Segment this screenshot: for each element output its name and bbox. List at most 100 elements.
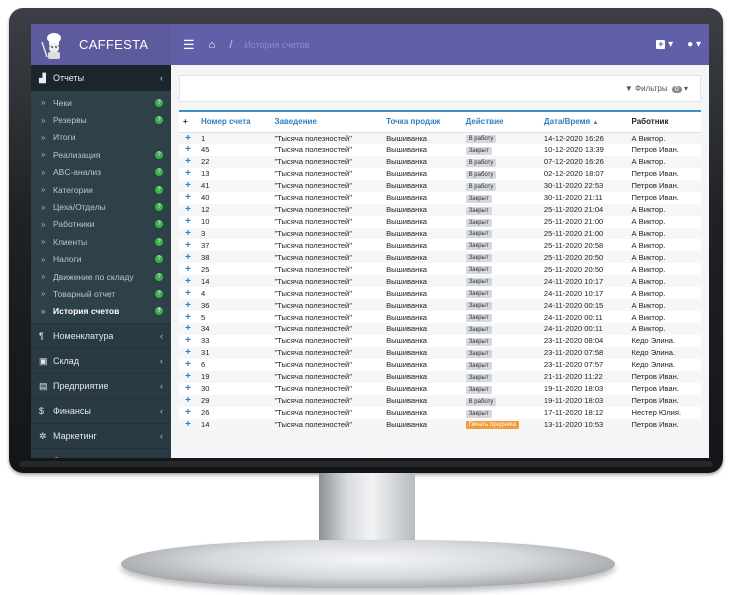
expand-row-icon[interactable]: + [179,179,197,192]
expand-row-icon[interactable]: + [179,168,197,180]
sidebar-group[interactable]: ▣ Склад ‹ [31,348,171,374]
action-badge[interactable]: Закрыт [465,373,492,382]
expand-row-icon[interactable]: + [179,370,197,383]
sidebar-group[interactable]: ¶ Номенклатура ‹ [31,323,171,349]
help-icon[interactable]: ? [155,150,163,159]
help-icon[interactable]: ? [155,255,163,264]
action-badge[interactable]: Закрыт [465,146,492,155]
sidebar-item[interactable]: » Резервы? [31,111,171,128]
sidebar-item[interactable]: » Клиенты? [31,233,171,250]
table-row[interactable]: +10 "Тысяча полезностей" Вышиванка Закрыт 25… [179,216,701,228]
home-icon[interactable]: ⌂ [209,39,216,51]
table-row[interactable]: +4 "Тысяча полезностей" Вышиванка Закрыт 24-… [179,287,701,299]
action-badge[interactable]: Закрыт [465,242,492,251]
column-header-point-of-sale[interactable]: Точка продаж [382,112,462,133]
expand-row-icon[interactable]: + [179,263,197,275]
expand-row-icon[interactable]: + [179,407,197,419]
action-badge[interactable]: Закрыт [465,385,492,394]
action-badge[interactable]: Закрыт [465,409,492,418]
action-badge[interactable]: Печать предчека [465,421,519,430]
expand-row-icon[interactable]: + [179,323,197,335]
sidebar-item[interactable]: » Движение по складу? [31,268,171,285]
expand-row-icon[interactable]: + [179,216,197,228]
expand-row-icon[interactable]: + [179,346,197,359]
expand-row-icon[interactable]: + [179,239,197,251]
hamburger-icon[interactable]: ☰ [183,37,195,53]
brand[interactable]: CAFFESTA [31,24,171,65]
table-row[interactable]: +26 "Тысяча полезностей" Вышиванка Закрыт 17… [179,407,701,419]
help-icon[interactable]: ? [155,289,163,298]
action-badge[interactable]: Закрыт [465,290,492,299]
sidebar-item[interactable]: » Налоги? [31,251,171,268]
table-row[interactable]: +14 "Тысяча полезностей" Вышиванка Закрыт 24… [179,275,701,288]
expand-row-icon[interactable]: + [179,287,197,299]
user-menu-button[interactable]: ● ▾ [687,39,701,50]
sidebar-item[interactable]: » История счетов? [31,303,171,320]
expand-row-icon[interactable]: + [179,203,197,216]
sidebar-item[interactable]: » Товарный отчет? [31,285,171,302]
column-header-bill-number[interactable]: Номер счета [197,112,271,133]
add-menu-button[interactable]: + ▾ [656,39,673,50]
help-icon[interactable]: ? [155,168,163,177]
sidebar-item[interactable]: » Чеки? [31,94,171,111]
column-header-datetime[interactable]: Дата/Время ▲ [539,112,628,133]
table-row[interactable]: +19 "Тысяча полезностей" Вышиванка Закрыт 21… [179,370,701,383]
help-icon[interactable]: ? [155,237,163,246]
expand-row-icon[interactable]: + [179,299,197,312]
action-badge[interactable]: Закрыт [465,337,492,346]
sidebar-item[interactable]: » Итоги [31,129,171,146]
table-row[interactable]: +40 "Тысяча полезностей" Вышиванка Закрыт 30… [179,192,701,204]
column-header-venue[interactable]: Заведение [270,112,383,133]
table-row[interactable]: +5 "Тысяча полезностей" Вышиванка Закрыт 24-… [179,311,701,323]
expand-row-icon[interactable]: + [179,155,197,168]
table-row[interactable]: +30 "Тысяча полезностей" Вышиванка Закрыт 19… [179,383,701,395]
sidebar-item[interactable]: » Цеха/Отделы? [31,198,171,215]
action-badge[interactable]: В работу [465,170,497,179]
action-badge[interactable]: Закрыт [465,254,492,263]
table-row[interactable]: +38 "Тысяча полезностей" Вышиванка Закрыт 25… [179,251,701,264]
action-badge[interactable]: Закрыт [465,206,492,215]
table-row[interactable]: +25 "Тысяча полезностей" Вышиванка Закрыт 25… [179,263,701,275]
expand-row-icon[interactable]: + [179,335,197,347]
table-row[interactable]: +22 "Тысяча полезностей" Вышиванка В работу… [179,155,701,168]
sidebar-item[interactable]: » Реализация? [31,146,171,163]
help-icon[interactable]: ? [155,98,163,107]
help-icon[interactable]: ? [155,220,163,229]
help-icon[interactable]: ? [155,116,163,125]
table-row[interactable]: +29 "Тысяча полезностей" Вышиванка В работу… [179,394,701,407]
expand-row-icon[interactable]: + [179,383,197,395]
action-badge[interactable]: Закрыт [465,278,492,287]
table-row[interactable]: +1 "Тысяча полезностей" Вышиванка В работу 1… [179,132,701,144]
help-icon[interactable]: ? [155,185,163,194]
expand-row-icon[interactable]: + [179,394,197,407]
expand-row-icon[interactable]: + [179,251,197,264]
sidebar-item[interactable]: » Работники? [31,216,171,233]
table-row[interactable]: +45 "Тысяча полезностей" Вышиванка Закрыт 10… [179,144,701,156]
action-badge[interactable]: Закрыт [465,314,492,323]
breadcrumb[interactable]: История счетов [244,40,309,50]
sidebar-item[interactable]: » ABC-анализ? [31,164,171,181]
expand-row-icon[interactable]: + [179,144,197,156]
table-row[interactable]: +31 "Тысяча полезностей" Вышиванка Закрыт 23… [179,346,701,359]
sidebar-item[interactable]: » Категории? [31,181,171,198]
sidebar-group[interactable]: ▤ Предприятие ‹ [31,373,171,399]
table-row[interactable]: +34 "Тысяча полезностей" Вышиванка Закрыт 24… [179,323,701,335]
table-row[interactable]: +12 "Тысяча полезностей" Вышиванка Закрыт 25… [179,203,701,216]
action-badge[interactable]: В работу [465,397,497,406]
sidebar-group[interactable]: $ Финансы ‹ [31,398,171,424]
action-badge[interactable]: В работу [465,158,497,167]
sidebar-group[interactable]: ✲ Маркетинг ‹ [31,423,171,449]
table-row[interactable]: +33 "Тысяча полезностей" Вышиванка Закрыт 23… [179,335,701,347]
filters-button[interactable]: ▼ Фильтры 0 ▾ [625,84,688,93]
expand-row-icon[interactable]: + [179,132,197,144]
action-badge[interactable]: Закрыт [465,361,492,370]
table-row[interactable]: +41 "Тысяча полезностей" Вышиванка В работу… [179,179,701,192]
help-icon[interactable]: ? [155,203,163,212]
action-badge[interactable]: В работу [465,135,497,144]
table-row[interactable]: +3 "Тысяча полезностей" Вышиванка Закрыт 25-… [179,227,701,240]
action-badge[interactable]: Закрыт [465,218,492,227]
expand-row-icon[interactable]: + [179,418,197,431]
help-icon[interactable]: ? [155,307,163,316]
table-row[interactable]: +36 "Тысяча полезностей" Вышиванка Закрыт 24… [179,299,701,312]
expand-row-icon[interactable]: + [179,311,197,323]
